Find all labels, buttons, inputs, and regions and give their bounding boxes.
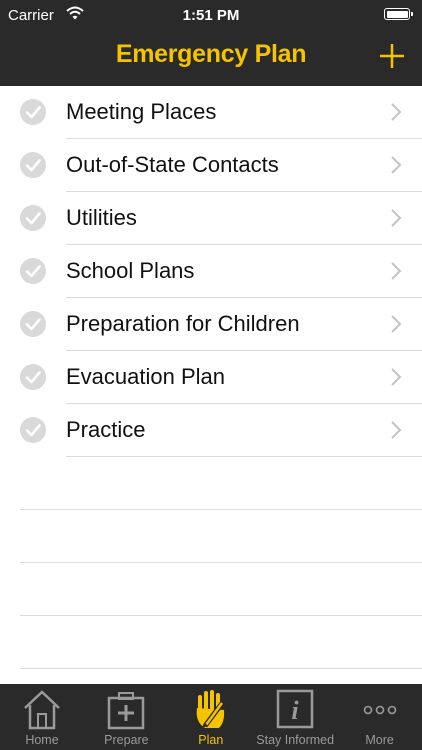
- battery-icon: [384, 8, 413, 20]
- list-item[interactable]: Practice: [0, 404, 422, 457]
- list-item-label: Out-of-State Contacts: [66, 152, 279, 177]
- list-item[interactable]: School Plans: [0, 245, 422, 298]
- tab-label: Home: [25, 733, 59, 747]
- chevron-right-icon: [390, 261, 402, 281]
- list-item-label: School Plans: [66, 258, 195, 283]
- list-item[interactable]: Preparation for Children: [0, 298, 422, 351]
- list-item-label: Practice: [66, 417, 146, 442]
- chevron-right-icon: [390, 208, 402, 228]
- list-item-label: Meeting Places: [66, 99, 217, 124]
- list-item-label: Utilities: [66, 205, 137, 230]
- add-button[interactable]: [376, 40, 408, 72]
- tab-label: More: [365, 733, 394, 747]
- list-item-label: Evacuation Plan: [66, 364, 225, 389]
- list-item[interactable]: Evacuation Plan: [0, 351, 422, 404]
- plan-list: Meeting Places Out-of-State Contacts Utili…: [0, 86, 422, 669]
- plus-icon: [380, 44, 404, 68]
- navigation-bar: Emergency Plan: [0, 30, 422, 86]
- empty-row: [0, 510, 422, 563]
- chevron-right-icon: [390, 155, 402, 175]
- checkmark-icon[interactable]: [19, 310, 47, 338]
- chevron-right-icon: [390, 102, 402, 122]
- empty-row: [0, 563, 422, 616]
- checkmark-icon[interactable]: [19, 204, 47, 232]
- chevron-right-icon: [390, 367, 402, 387]
- chevron-right-icon: [390, 314, 402, 334]
- tab-label: Prepare: [104, 733, 149, 747]
- tab-label: Stay Informed: [256, 733, 335, 747]
- empty-row: [0, 457, 422, 510]
- checkmark-icon[interactable]: [19, 98, 47, 126]
- top-bar: Carrier 1:51 PM Emergency Plan: [0, 0, 422, 86]
- status-time: 1:51 PM: [182, 7, 240, 24]
- empty-row: [0, 616, 422, 669]
- page-title: Emergency Plan: [115, 40, 307, 68]
- checkmark-icon[interactable]: [19, 416, 47, 444]
- tab-plan[interactable]: Plan: [169, 684, 253, 750]
- tab-prepare[interactable]: Prepare: [84, 684, 168, 750]
- svg-text:i: i: [292, 696, 300, 725]
- tab-home[interactable]: Home: [0, 684, 84, 750]
- tab-more[interactable]: More: [338, 684, 422, 750]
- tab-label: Plan: [198, 733, 224, 747]
- list-item[interactable]: Utilities: [0, 192, 422, 245]
- checkmark-icon[interactable]: [19, 151, 47, 179]
- list-item[interactable]: Out-of-State Contacts: [0, 139, 422, 192]
- checkmark-icon[interactable]: [19, 363, 47, 391]
- list-item-label: Preparation for Children: [66, 311, 300, 336]
- chevron-right-icon: [390, 420, 402, 440]
- checkmark-icon[interactable]: [19, 257, 47, 285]
- list-item[interactable]: Meeting Places: [0, 86, 422, 139]
- row-divider: [20, 668, 422, 669]
- status-bar: Carrier 1:51 PM: [0, 0, 422, 30]
- tab-stay-informed[interactable]: i Stay Informed: [253, 684, 337, 750]
- tab-bar: Home Prepare Plan i Stay Informed More: [0, 684, 422, 750]
